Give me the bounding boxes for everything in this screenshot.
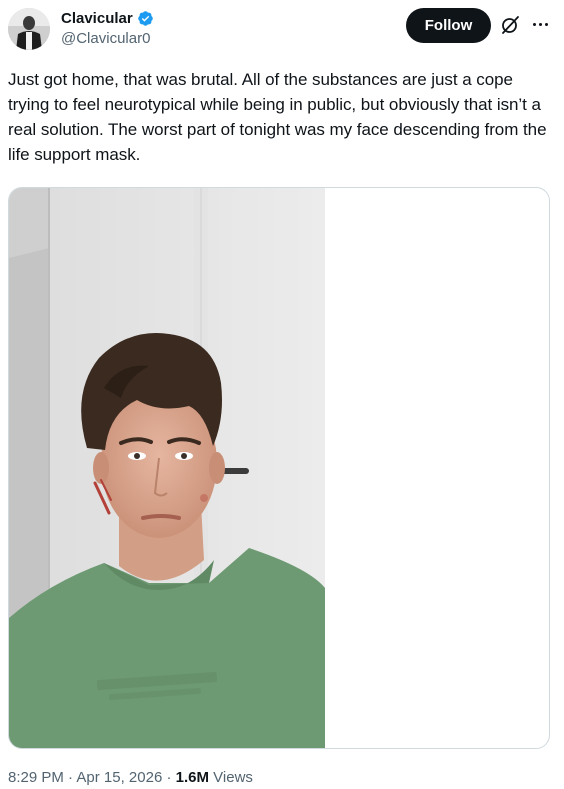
views-count[interactable]: 1.6M	[176, 769, 209, 786]
more-dot	[538, 22, 542, 26]
tweet-text: Just got home, that was brutal. All of t…	[8, 70, 547, 164]
tweet-photo[interactable]: ​	[9, 188, 325, 749]
display-name[interactable]: Clavicular	[61, 9, 133, 28]
avatar[interactable]	[8, 8, 50, 50]
meta-separator: ·	[68, 769, 74, 786]
verified-badge-icon	[137, 11, 153, 26]
grok-icon[interactable]	[500, 15, 520, 35]
more-dot	[532, 22, 536, 26]
more-icon[interactable]	[530, 19, 550, 29]
tweet-media[interactable]: ​	[8, 187, 550, 749]
author-info: Clavicular @Clavicular0	[61, 9, 154, 49]
display-name-row: Clavicular	[61, 9, 154, 28]
tweet-meta: 8:29 PM · Apr 15, 2026 · 1.6M Views	[8, 768, 253, 788]
author-handle[interactable]: @Clavicular0	[61, 29, 154, 49]
follow-button[interactable]: Follow	[406, 8, 491, 43]
tweet-date[interactable]: Apr 15, 2026	[76, 769, 162, 786]
tweet-header: Clavicular @Clavicular0 Follow	[0, 0, 564, 58]
tweet-time[interactable]: 8:29 PM	[8, 769, 64, 786]
meta-separator: ·	[166, 769, 172, 786]
more-dot	[544, 22, 548, 26]
avatar-image	[8, 8, 50, 50]
views-label: Views	[213, 769, 253, 786]
